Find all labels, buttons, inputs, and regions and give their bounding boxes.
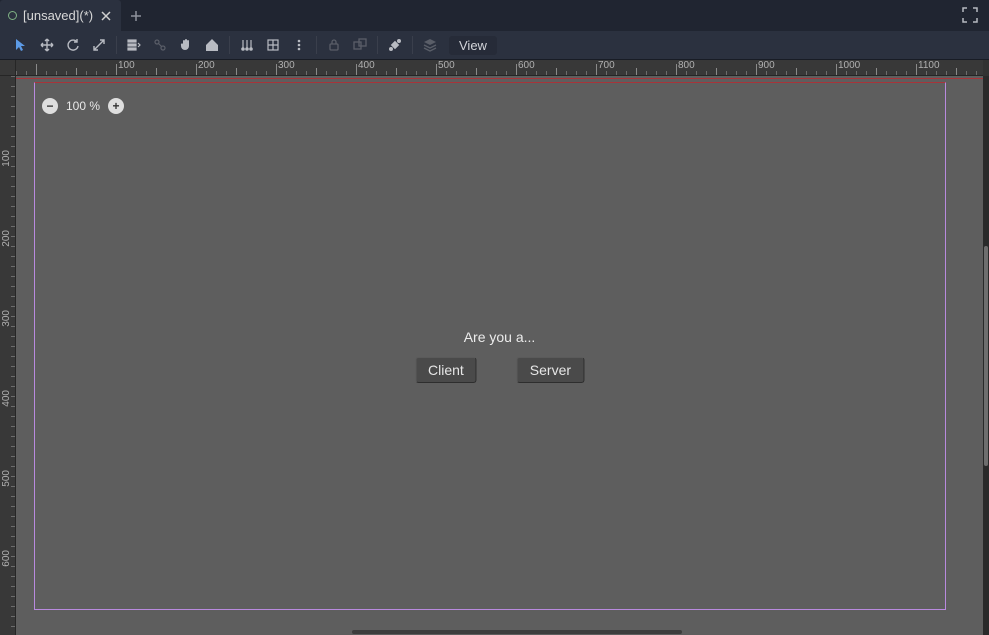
- ruler-label: 600: [1, 550, 12, 567]
- rotate-tool-icon[interactable]: [60, 33, 86, 57]
- zoom-out-button[interactable]: −: [42, 98, 58, 114]
- ruler-label: 400: [358, 60, 375, 71]
- bone-icon[interactable]: [382, 33, 408, 57]
- scrollbar-thumb[interactable]: [984, 246, 988, 466]
- canvas[interactable]: − 100 % + Are you a... Client Server: [16, 76, 983, 635]
- viewport: 100 200 300 400 500 600 700 800 900 1000 1100 100 2…: [0, 60, 989, 635]
- guide-line-horizontal[interactable]: [16, 78, 983, 79]
- group-icon[interactable]: [347, 33, 373, 57]
- layers-icon[interactable]: [417, 33, 443, 57]
- toolbar-separator: [412, 36, 413, 54]
- button-row: Client Server: [415, 357, 584, 383]
- ruler-label: 100: [118, 60, 135, 71]
- ruler-label: 900: [758, 60, 775, 71]
- ruler-label: 100: [1, 150, 12, 167]
- list-select-icon[interactable]: [121, 33, 147, 57]
- toolbar-separator: [377, 36, 378, 54]
- zoom-in-button[interactable]: +: [108, 98, 124, 114]
- zoom-value[interactable]: 100 %: [66, 99, 100, 113]
- ruler-label: 500: [1, 470, 12, 487]
- grid-icon[interactable]: [260, 33, 286, 57]
- prompt-label: Are you a...: [415, 329, 584, 345]
- ruler-label: 200: [1, 230, 12, 247]
- scrollbar-vertical[interactable]: [983, 76, 989, 635]
- scale-tool-icon[interactable]: [86, 33, 112, 57]
- snap-object-icon[interactable]: [147, 33, 173, 57]
- unsaved-indicator-icon: [8, 11, 17, 20]
- server-button[interactable]: Server: [517, 357, 584, 383]
- ruler-label: 1000: [838, 60, 860, 71]
- ruler-label: 300: [278, 60, 295, 71]
- ruler-label: 1100: [918, 60, 940, 71]
- move-tool-icon[interactable]: [34, 33, 60, 57]
- zoom-controls: − 100 % +: [42, 98, 124, 114]
- toolbar: View: [0, 31, 989, 60]
- toolbar-separator: [116, 36, 117, 54]
- select-tool-icon[interactable]: [8, 33, 34, 57]
- ruler-label: 400: [1, 390, 12, 407]
- ruler-horizontal[interactable]: 100 200 300 400 500 600 700 800 900 1000 1100: [16, 60, 983, 76]
- ruler-label: 600: [518, 60, 535, 71]
- ruler-label: 300: [1, 310, 12, 327]
- scene-content: Are you a... Client Server: [415, 329, 584, 383]
- toolbar-separator: [316, 36, 317, 54]
- client-button[interactable]: Client: [415, 357, 477, 383]
- lock-icon[interactable]: [321, 33, 347, 57]
- tab-bar: [unsaved](*): [0, 0, 989, 31]
- scrollbar-horizontal[interactable]: [32, 629, 977, 635]
- ruler-tool-icon[interactable]: [199, 33, 225, 57]
- add-tab-button[interactable]: [121, 0, 151, 31]
- ruler-label: 500: [438, 60, 455, 71]
- ruler-label: 200: [198, 60, 215, 71]
- toolbar-separator: [229, 36, 230, 54]
- fullscreen-icon[interactable]: [959, 4, 981, 26]
- ruler-vertical[interactable]: 100 200 300 400 500 600: [0, 76, 16, 635]
- ruler-label: 700: [598, 60, 615, 71]
- scrollbar-thumb[interactable]: [352, 630, 682, 634]
- snap-grid-icon[interactable]: [234, 33, 260, 57]
- view-menu[interactable]: View: [449, 36, 497, 55]
- tab-active[interactable]: [unsaved](*): [0, 0, 121, 31]
- pan-tool-icon[interactable]: [173, 33, 199, 57]
- snap-options-icon[interactable]: [286, 33, 312, 57]
- tab-title: [unsaved](*): [23, 8, 93, 23]
- ruler-corner: [0, 60, 16, 76]
- ruler-label: 800: [678, 60, 695, 71]
- close-icon[interactable]: [99, 9, 113, 23]
